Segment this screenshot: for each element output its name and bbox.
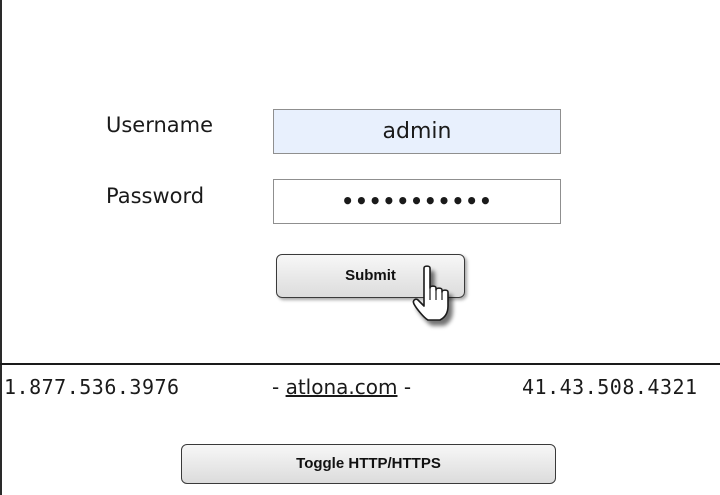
site-link-group: - atlona.com -: [272, 375, 411, 399]
username-label: Username: [106, 113, 214, 137]
footer-divider: [0, 363, 720, 365]
password-label: Password: [106, 184, 205, 208]
username-field[interactable]: admin: [273, 109, 561, 154]
phone-number-right: 41.43.508.4321: [522, 375, 698, 399]
toggle-http-https-button[interactable]: Toggle HTTP/HTTPS: [181, 444, 556, 484]
atlona-link[interactable]: atlona.com: [286, 375, 398, 399]
hand-pointer-icon: [412, 265, 449, 321]
phone-number-left: 1.877.536.3976: [4, 375, 180, 399]
site-link-suffix: -: [397, 375, 412, 399]
password-field[interactable]: •••••••••••: [273, 179, 561, 224]
site-link-prefix: -: [272, 375, 286, 399]
page-frame-border: [0, 0, 2, 495]
